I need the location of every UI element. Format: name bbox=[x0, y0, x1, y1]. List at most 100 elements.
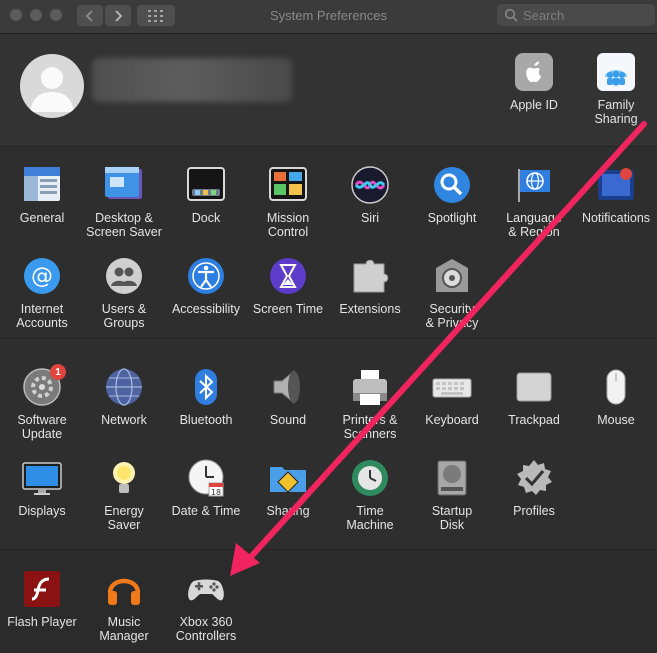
pane-spotlight[interactable]: Spotlight bbox=[411, 165, 493, 225]
pane-label: Energy Saver bbox=[104, 504, 144, 532]
family-sharing-icon bbox=[596, 52, 636, 92]
pane-label: Music Manager bbox=[99, 615, 149, 643]
gamepad-icon bbox=[186, 569, 226, 609]
desktop-icon bbox=[104, 165, 144, 205]
pane-label: Extensions bbox=[339, 302, 401, 316]
pane-label: Spotlight bbox=[427, 211, 477, 225]
apple-id-icon bbox=[514, 52, 554, 92]
pane-notifications[interactable]: Notifications bbox=[575, 165, 657, 225]
pane-label: Internet Accounts bbox=[16, 302, 68, 330]
search-input[interactable] bbox=[521, 6, 655, 24]
notifications-icon bbox=[596, 165, 636, 205]
displays-icon bbox=[22, 458, 62, 498]
keyboard-icon bbox=[432, 367, 472, 407]
internet-accounts-icon: @ bbox=[22, 256, 62, 296]
mouse-icon bbox=[596, 367, 636, 407]
search-box[interactable] bbox=[497, 4, 655, 26]
pane-label: Family Sharing bbox=[594, 98, 638, 126]
pane-screen-time[interactable]: Screen Time bbox=[247, 256, 329, 316]
flash-icon bbox=[22, 569, 62, 609]
pane-label: Siri bbox=[360, 211, 380, 225]
date-time-icon: 18 bbox=[186, 458, 226, 498]
pane-internet-accounts[interactable]: @ Internet Accounts bbox=[1, 256, 83, 330]
pane-label: Notifications bbox=[581, 211, 651, 225]
pane-xbox-360-controllers[interactable]: Xbox 360 Controllers bbox=[165, 569, 247, 643]
pane-mouse[interactable]: Mouse bbox=[575, 367, 657, 427]
pane-displays[interactable]: Displays bbox=[1, 458, 83, 518]
pane-energy-saver[interactable]: Energy Saver bbox=[83, 458, 165, 532]
pane-sound[interactable]: Sound bbox=[247, 367, 329, 427]
pane-label: Users & Groups bbox=[101, 302, 147, 330]
pane-label: Time Machine bbox=[346, 504, 394, 532]
pane-label: Sharing bbox=[266, 504, 310, 518]
update-count-badge: 1 bbox=[50, 364, 66, 380]
time-machine-icon bbox=[350, 458, 390, 498]
search-icon bbox=[504, 8, 517, 22]
pane-general[interactable]: General bbox=[1, 165, 83, 225]
pane-label: Startup Disk bbox=[431, 504, 473, 532]
user-silhouette-icon bbox=[30, 67, 74, 112]
pane-users-groups[interactable]: Users & Groups bbox=[83, 256, 165, 330]
trackpad-icon bbox=[514, 367, 554, 407]
pane-label: Trackpad bbox=[508, 413, 560, 427]
pane-time-machine[interactable]: Time Machine bbox=[329, 458, 411, 532]
dock-icon bbox=[186, 165, 226, 205]
pane-flash-player[interactable]: Flash Player bbox=[1, 569, 83, 629]
pane-startup-disk[interactable]: Startup Disk bbox=[411, 458, 493, 532]
pane-label: Accessibility bbox=[171, 302, 241, 316]
pane-label: Flash Player bbox=[7, 615, 77, 629]
accessibility-icon bbox=[186, 256, 226, 296]
pane-label: Bluetooth bbox=[179, 413, 233, 427]
pane-label: Xbox 360 Controllers bbox=[175, 615, 237, 643]
siri-icon bbox=[350, 165, 390, 205]
pane-keyboard[interactable]: Keyboard bbox=[411, 367, 493, 427]
profiles-icon bbox=[514, 458, 554, 498]
pane-label: Network bbox=[101, 413, 147, 427]
pane-date-time[interactable]: 18 Date & Time bbox=[165, 458, 247, 518]
pane-network[interactable]: Network bbox=[83, 367, 165, 427]
bluetooth-icon bbox=[186, 367, 226, 407]
software-update-icon: 1 bbox=[22, 364, 66, 407]
pane-software-update[interactable]: 1 Software Update bbox=[1, 364, 83, 441]
pane-sharing[interactable]: Sharing bbox=[247, 458, 329, 518]
language-icon bbox=[514, 165, 554, 205]
pane-security-privacy[interactable]: Security & Privacy bbox=[411, 256, 493, 330]
pane-label: Printers & Scanners bbox=[342, 413, 398, 441]
spotlight-icon bbox=[432, 165, 472, 205]
user-avatar[interactable] bbox=[20, 54, 84, 118]
svg-text:@: @ bbox=[31, 264, 53, 289]
pane-dock[interactable]: Dock bbox=[165, 165, 247, 225]
pane-mission-control[interactable]: Mission Control bbox=[247, 165, 329, 239]
pane-trackpad[interactable]: Trackpad bbox=[493, 367, 575, 427]
pane-siri[interactable]: Siri bbox=[329, 165, 411, 225]
account-header: Apple ID Family Sharing bbox=[0, 34, 657, 146]
network-icon bbox=[104, 367, 144, 407]
pane-label: Dock bbox=[191, 211, 221, 225]
pane-desktop-screen-saver[interactable]: Desktop & Screen Saver bbox=[83, 165, 165, 239]
energy-saver-icon bbox=[104, 458, 144, 498]
pane-label: Keyboard bbox=[425, 413, 479, 427]
pane-accessibility[interactable]: Accessibility bbox=[165, 256, 247, 316]
pane-music-manager[interactable]: Music Manager bbox=[83, 569, 165, 643]
screen-time-icon bbox=[268, 256, 308, 296]
pane-printers-scanners[interactable]: Printers & Scanners bbox=[329, 367, 411, 441]
pane-label: Displays bbox=[18, 504, 66, 518]
pane-label: Software Update bbox=[17, 413, 67, 441]
pane-profiles[interactable]: Profiles bbox=[493, 458, 575, 518]
users-icon bbox=[104, 256, 144, 296]
title-bar: System Preferences bbox=[0, 0, 657, 34]
mission-control-icon bbox=[268, 165, 308, 205]
pane-extensions[interactable]: Extensions bbox=[329, 256, 411, 316]
pane-bluetooth[interactable]: Bluetooth bbox=[165, 367, 247, 427]
svg-text:18: 18 bbox=[211, 488, 221, 497]
printer-icon bbox=[350, 367, 390, 407]
general-icon bbox=[22, 165, 62, 205]
pane-language-region[interactable]: Language & Region bbox=[493, 165, 575, 239]
pane-label: Date & Time bbox=[171, 504, 241, 518]
pane-family-sharing[interactable]: Family Sharing bbox=[575, 52, 657, 126]
pane-label: Profiles bbox=[513, 504, 555, 518]
pane-apple-id[interactable]: Apple ID bbox=[493, 52, 575, 112]
startup-disk-icon bbox=[432, 458, 472, 498]
pane-label: Apple ID bbox=[510, 98, 558, 112]
sharing-icon bbox=[268, 458, 308, 498]
